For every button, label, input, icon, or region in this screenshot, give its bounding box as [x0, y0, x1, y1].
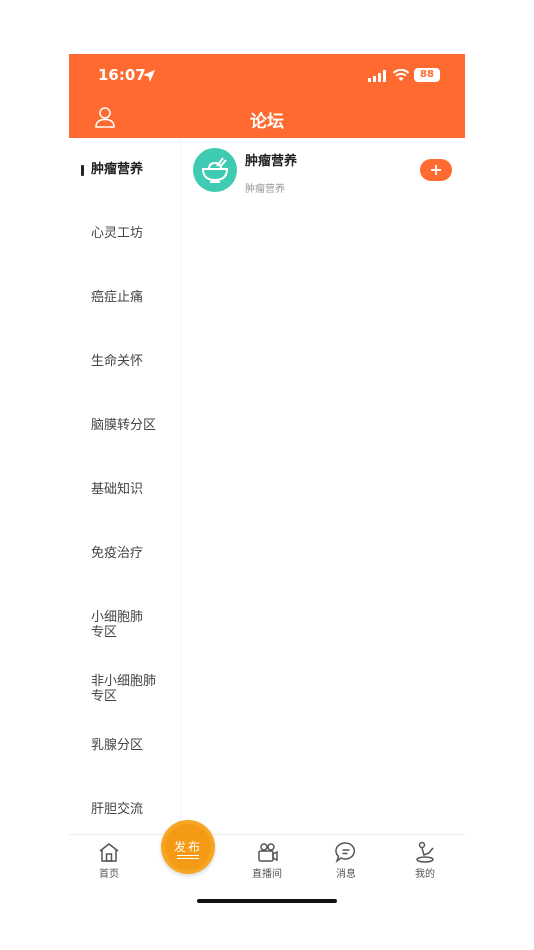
nav-bar: 论坛	[69, 98, 465, 138]
video-camera-icon	[258, 843, 278, 862]
status-bar: 16:07 88	[69, 54, 465, 98]
app-screen: 16:07 88 论坛 肿瘤营养 心灵工坊 癌症止痛 生命关怀 脑膜转分区 基础…	[69, 54, 465, 934]
sidebar-item-liver-gallbladder[interactable]: 肝胆交流	[91, 802, 171, 817]
header-bar: 16:07 88 论坛	[69, 54, 465, 138]
chat-bubble-icon	[335, 842, 355, 863]
tab-messages[interactable]: 消息	[316, 835, 376, 895]
tab-mine[interactable]: 我的	[395, 835, 455, 895]
sidebar-item-immunotherapy[interactable]: 免疫治疗	[91, 546, 171, 561]
cellular-signal-icon	[368, 70, 386, 82]
tab-messages-label: 消息	[336, 869, 356, 880]
plus-icon	[431, 165, 441, 175]
tab-live-room[interactable]: 直播间	[237, 835, 297, 895]
tab-home-label: 首页	[99, 869, 119, 880]
forum-subtitle: 肿瘤营养	[245, 184, 285, 195]
tab-home[interactable]: 首页	[79, 835, 139, 895]
sidebar-item-breast[interactable]: 乳腺分区	[91, 738, 171, 753]
home-icon	[99, 843, 119, 862]
tab-mine-label: 我的	[415, 869, 435, 880]
home-indicator[interactable]	[197, 899, 337, 903]
publish-underline	[177, 855, 199, 856]
battery-indicator: 88	[414, 68, 440, 82]
status-time: 16:07	[98, 66, 146, 84]
sidebar-item-non-small-cell-lung[interactable]: 非小细胞肺 专区	[91, 674, 171, 704]
sidebar-item-spirit-workshop[interactable]: 心灵工坊	[91, 226, 171, 241]
sidebar-item-pain-relief[interactable]: 癌症止痛	[91, 290, 171, 305]
location-arrow-icon	[143, 70, 155, 82]
sidebar-item-small-cell-lung[interactable]: 小细胞肺 专区	[91, 610, 171, 640]
list-item[interactable]: 肿瘤营养 肿瘤营养	[181, 138, 465, 198]
publish-button[interactable]: 发布	[161, 820, 215, 874]
profile-figure-icon	[416, 841, 434, 863]
active-category-indicator	[81, 165, 84, 176]
tab-live-room-label: 直播间	[252, 869, 282, 880]
publish-button-inner: 发布	[165, 824, 211, 870]
avatar	[193, 148, 237, 192]
page-title: 论坛	[250, 112, 284, 132]
publish-label: 发布	[173, 840, 202, 854]
category-sidebar: 肿瘤营养 心灵工坊 癌症止痛 生命关怀 脑膜转分区 基础知识 免疫治疗 小细胞肺…	[69, 138, 181, 834]
join-forum-button[interactable]	[420, 159, 452, 181]
wifi-icon	[392, 69, 410, 81]
publish-underline-2	[177, 858, 199, 859]
forum-list: 肿瘤营养 肿瘤营养	[181, 138, 465, 834]
sidebar-item-tumor-nutrition[interactable]: 肿瘤营养	[91, 162, 171, 177]
bottom-tab-bar: 首页 直播间 消息 我的	[69, 834, 465, 894]
sidebar-item-basics[interactable]: 基础知识	[91, 482, 171, 497]
forum-title: 肿瘤营养	[245, 154, 298, 169]
food-bowl-icon	[201, 157, 229, 183]
sidebar-item-meningeal[interactable]: 脑膜转分区	[91, 418, 171, 433]
sidebar-item-life-care[interactable]: 生命关怀	[91, 354, 171, 369]
